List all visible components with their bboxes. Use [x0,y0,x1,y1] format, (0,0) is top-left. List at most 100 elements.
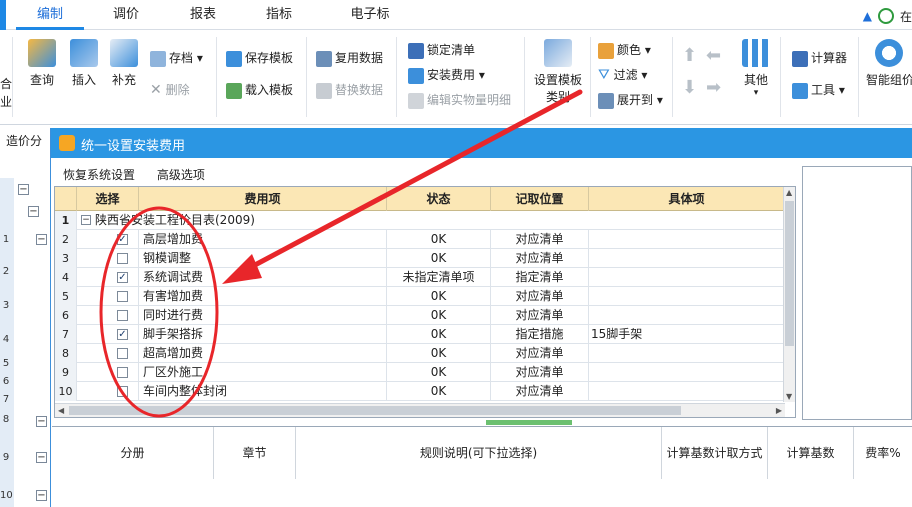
position[interactable]: 对应清单 [491,249,589,268]
scroll-down-icon[interactable]: ▼ [786,392,792,401]
lock-list-button[interactable]: 锁定清单 [408,41,475,59]
set-template-category-label-2: 类别 [545,90,570,104]
table-row[interactable]: 7 ✓ 脚手架搭拆 0K 指定措施 15脚手架 [55,325,785,344]
position[interactable]: 对应清单 [491,344,589,363]
checkbox[interactable] [117,291,128,302]
detail[interactable] [589,230,785,249]
save-template-button[interactable]: 保存模板 [226,49,293,67]
move-right-icon[interactable]: ➡ [706,77,721,98]
filter-button[interactable]: ⛛ 过滤 ▾ [598,66,647,83]
checkbox[interactable] [117,253,128,264]
checkbox[interactable] [117,348,128,359]
scroll-thumb[interactable] [785,201,794,346]
scroll-up-icon[interactable]: ▲ [786,188,792,197]
tools-button[interactable]: 工具 ▾ [792,81,845,99]
table-row[interactable]: 4 ✓ 系统调试费 未指定清单项 指定清单 [55,268,785,287]
checkbox[interactable] [117,386,128,397]
table-row[interactable]: 10 车间内整体封闭 0K 对应清单 [55,382,785,401]
table-row[interactable]: 8 超高增加费 0K 对应清单 [55,344,785,363]
position[interactable]: 对应清单 [491,306,589,325]
table-row[interactable]: 9 厂区外施工 0K 对应清单 [55,363,785,382]
tab-bianzhi[interactable]: 编制 [16,0,84,30]
save-file-button[interactable]: 存档 ▾ [150,49,203,67]
fee-item: 高层增加费 [139,230,387,249]
vertical-scrollbar[interactable]: ▲ ▼ [783,187,795,402]
collapse-icon[interactable]: − [18,184,29,195]
collapse-icon[interactable]: − [36,490,47,501]
tab-tiaojia[interactable]: 调价 [96,0,156,30]
collapse-ribbon-icon[interactable]: ▲ [863,9,872,23]
horizontal-scrollbar[interactable]: ◀ ▶ [55,403,785,417]
position[interactable]: 对应清单 [491,230,589,249]
smart-pricing-button[interactable]: 智能组价 [866,39,912,88]
position[interactable]: 对应清单 [491,363,589,382]
header-base: 计算基数 [768,427,854,479]
group-row[interactable]: 1 − 陕西省安装工程价目表(2009) [55,211,785,230]
scroll-left-icon[interactable]: ◀ [58,406,64,415]
header-select: 选择 [77,187,139,211]
row-number: 9 [2,452,10,463]
detail[interactable] [589,363,785,382]
checkbox[interactable]: ✓ [117,234,128,245]
collapse-icon[interactable]: − [36,452,47,463]
collapse-icon[interactable]: − [36,234,47,245]
position[interactable]: 对应清单 [491,287,589,306]
detail[interactable] [589,344,785,363]
detail[interactable] [589,306,785,325]
insert-button[interactable]: 插入 [66,39,102,88]
detail[interactable] [589,268,785,287]
expand-to-button[interactable]: 展开到 ▾ [598,91,663,109]
table-row[interactable]: 6 同时进行费 0K 对应清单 [55,306,785,325]
collapse-group-icon[interactable]: − [81,215,91,225]
template-category-icon [544,39,572,67]
tab-dianzibiao[interactable]: 电子标 [330,0,410,30]
select-cell [77,363,139,382]
checkbox[interactable]: ✓ [117,329,128,340]
save-file-icon [150,50,166,67]
checkbox[interactable] [117,367,128,378]
collapse-icon[interactable]: − [28,206,39,217]
replace-data-button[interactable]: 替换数据 [316,81,383,99]
set-template-category-button[interactable]: 设置模板 类别 [530,39,586,105]
detail[interactable] [589,287,785,306]
collapse-icon[interactable]: − [36,416,47,427]
table-row[interactable]: 3 钢模调整 0K 对应清单 [55,249,785,268]
position[interactable]: 指定措施 [491,325,589,344]
user-status-icon[interactable] [877,8,894,24]
supplement-button[interactable]: 补充 [106,39,142,88]
restore-system-settings-menu[interactable]: 恢复系统设置 [63,168,135,182]
calculator-button[interactable]: 计算器 [792,49,847,67]
tab-zhibiao[interactable]: 指标 [250,0,308,30]
detail[interactable] [589,249,785,268]
table-row[interactable]: 5 有害增加费 0K 对应清单 [55,287,785,306]
scroll-right-icon[interactable]: ▶ [776,406,782,415]
tab-baobiao[interactable]: 报表 [174,0,232,30]
query-button[interactable]: 查询 [24,39,60,88]
checkbox[interactable] [117,310,128,321]
delete-icon: ✕ [150,82,162,98]
edit-detail-button[interactable]: 编辑实物量明细 [408,91,511,109]
delete-button[interactable]: ✕ 删除 [150,81,190,98]
position[interactable]: 指定清单 [491,268,589,287]
splitter-handle[interactable] [486,420,572,425]
fee-item: 厂区外施工 [139,363,387,382]
move-down-icon[interactable]: ⬇ [682,77,697,98]
table-row[interactable]: 2 ✓ 高层增加费 0K 对应清单 [55,230,785,249]
advanced-options-menu[interactable]: 高级选项 [157,168,205,182]
color-button[interactable]: 颜色 ▾ [598,41,651,59]
detail[interactable] [589,382,785,401]
move-left-icon[interactable]: ⬅ [706,45,721,66]
checkbox[interactable]: ✓ [117,272,128,283]
select-cell [77,306,139,325]
load-template-button[interactable]: 载入模板 [226,81,293,99]
install-fee-button[interactable]: 安装费用 ▾ [408,66,485,84]
detail[interactable]: 15脚手架 [589,325,785,344]
move-up-icon[interactable]: ⬆ [682,45,697,66]
scroll-thumb[interactable] [69,406,681,415]
dialog-title-bar[interactable]: 统一设置安装费用 [51,128,912,158]
reuse-data-button[interactable]: 复用数据 [316,49,383,67]
other-button[interactable]: 其他 ▾ [736,39,776,98]
header-rule-description: 规则说明(可下拉选择) [296,427,662,479]
position[interactable]: 对应清单 [491,382,589,401]
divider [396,37,397,117]
